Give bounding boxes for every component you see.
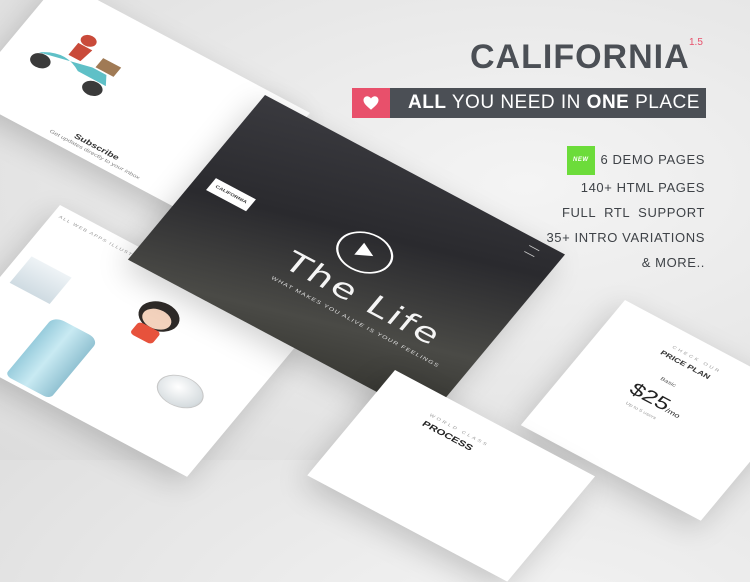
price-unit: /mo xyxy=(663,406,682,420)
new-badge: NEW xyxy=(567,146,595,175)
tagline-all: ALL xyxy=(408,92,447,113)
feature-list: NEW 6 DEMO PAGES 140+ HTML PAGES FULL RTL… xyxy=(546,146,705,275)
feature-item: FULL RTL SUPPORT xyxy=(561,205,705,220)
tagline-bar: ALL YOU NEED IN ONE PLACE xyxy=(352,88,706,118)
glass-image xyxy=(9,256,72,305)
tagline-text: ALL YOU NEED IN ONE PLACE xyxy=(408,92,700,114)
feature-item: 35+ INTRO VARIATIONS xyxy=(546,230,705,245)
tagline-one: ONE xyxy=(586,92,630,113)
feature-label: 6 DEMO PAGES xyxy=(600,151,705,167)
bulb-image xyxy=(148,367,212,416)
heart-badge xyxy=(352,88,390,118)
bottle-image xyxy=(4,315,100,400)
feature-item: 140+ HTML PAGES xyxy=(580,180,705,195)
feature-item: NEW 6 DEMO PAGES xyxy=(546,146,705,175)
doll-image xyxy=(130,301,180,344)
brand-title: CALIFORNIA xyxy=(470,38,690,76)
hero-logo: CALIFORNIA xyxy=(206,178,256,212)
tagline-post: PLACE xyxy=(629,92,700,113)
feature-item: & MORE.. xyxy=(641,255,705,270)
version-label: 1.5 xyxy=(689,37,703,48)
heart-icon xyxy=(363,96,379,110)
price-plan-name: Basic xyxy=(658,376,677,389)
subscribe-text: Get updates directly to your inbox xyxy=(47,129,141,181)
tagline-mid: YOU NEED IN xyxy=(446,92,587,113)
menu-icon xyxy=(524,245,540,258)
scooter-illustration xyxy=(30,34,122,97)
